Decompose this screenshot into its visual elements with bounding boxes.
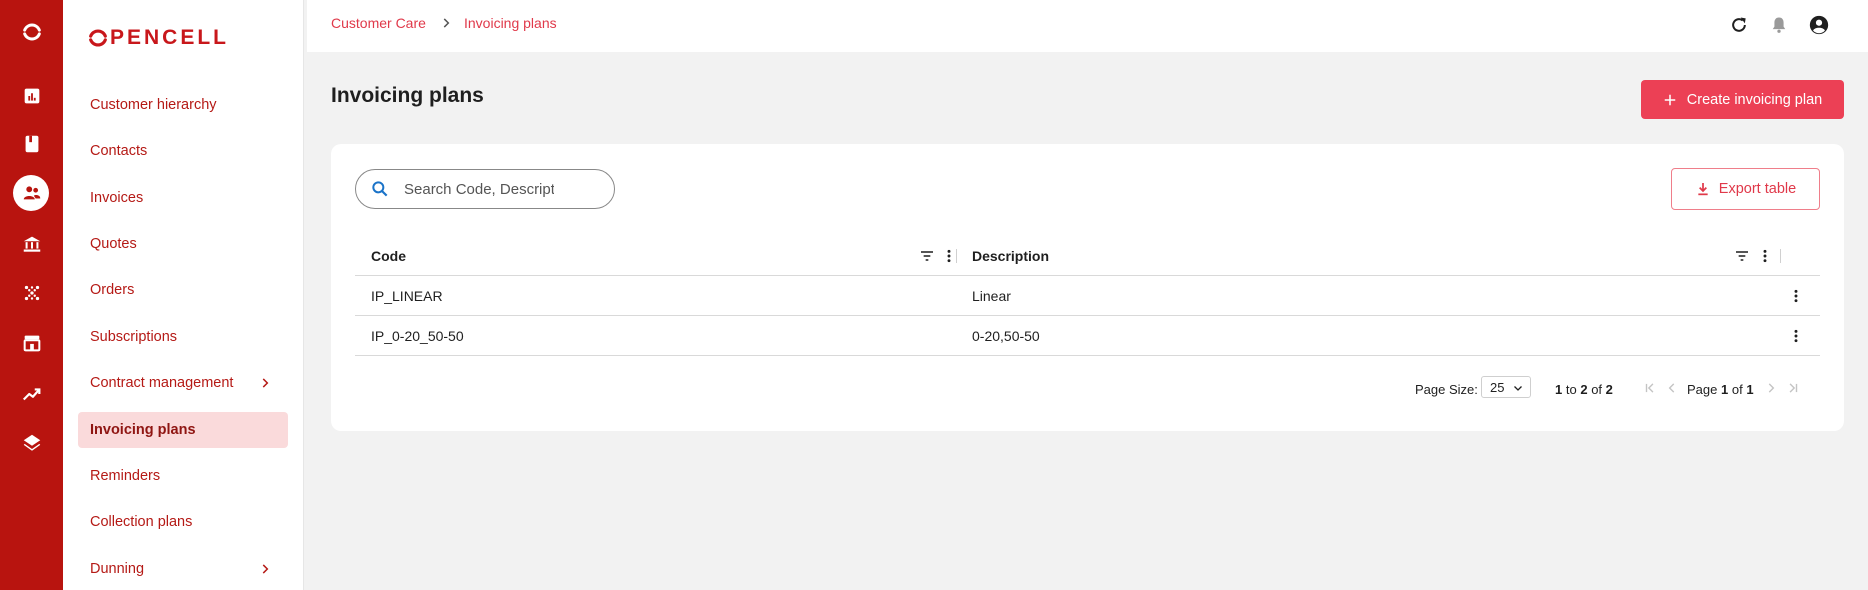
column-header-description[interactable]: Description [972,248,1049,264]
export-button-label: Export table [1718,181,1797,197]
row-actions-icon[interactable] [1788,328,1804,344]
table-row[interactable]: IP_0-20_50-50 0-20,50-50 [355,316,1820,356]
create-button-label: Create invoicing plan [1686,91,1823,108]
cell-description: Linear [972,288,1011,304]
range-to-word: to [1565,382,1577,397]
sidebar: PENCELL Customer hierarchy Contacts Invo… [63,0,304,590]
range-from: 1 [1555,382,1563,397]
sidebar-item-label: Contacts [90,143,148,159]
refresh-icon[interactable] [1727,13,1751,37]
row-range-summary: 1 to 2 of 2 [1555,382,1613,397]
page-word: Page [1687,382,1718,397]
search-box[interactable] [355,169,615,209]
sidebar-item-label: Collection plans [90,514,193,530]
range-total: 2 [1605,382,1613,397]
sidebar-item-label: Quotes [90,236,137,252]
cell-code: IP_LINEAR [371,288,443,304]
customers-icon[interactable] [0,173,63,213]
total-pages: 1 [1746,382,1754,397]
table-header: Code Description [355,236,1820,276]
last-page-icon[interactable] [1786,381,1800,395]
icon-rail [0,0,63,590]
account-icon[interactable] [1807,13,1831,37]
breadcrumb-parent[interactable]: Customer Care [331,15,426,31]
opencell-logo-icon[interactable] [0,12,63,52]
filter-icon[interactable] [1734,248,1750,264]
plus-icon [1664,94,1676,105]
column-menu-icon[interactable] [1757,248,1773,264]
current-page: 1 [1721,382,1729,397]
bank-icon[interactable] [0,224,63,264]
sidebar-item-label: Customer hierarchy [90,97,217,113]
chevron-right-icon [443,18,450,28]
first-page-icon[interactable] [1643,381,1657,395]
sidebar-item-label: Orders [90,282,135,298]
sidebar-item-invoices[interactable]: Invoices [78,180,288,216]
page-title: Invoicing plans [331,84,484,107]
cell-description: 0-20,50-50 [972,328,1040,344]
export-table-button[interactable]: Export table [1671,168,1820,210]
grid-dots-icon[interactable] [0,273,63,313]
sidebar-item-contract-management[interactable]: Contract management [78,365,288,401]
sidebar-item-label: Reminders [90,468,161,484]
bell-icon[interactable] [1767,13,1791,37]
table-row[interactable]: IP_LINEAR Linear [355,276,1820,316]
logo-text: PENCELL [110,26,230,49]
layers-icon[interactable] [0,423,63,463]
page-of-word: of [1731,382,1743,397]
sidebar-item-label: Contract management [90,375,234,391]
next-page-icon[interactable] [1764,381,1778,395]
search-input[interactable] [404,180,554,198]
create-invoicing-plan-button[interactable]: Create invoicing plan [1641,80,1844,119]
range-of-word: of [1591,382,1603,397]
column-resize-handle[interactable] [956,249,957,263]
sidebar-item-customer-hierarchy[interactable]: Customer hierarchy [78,87,288,123]
sidebar-item-subscriptions[interactable]: Subscriptions [78,319,288,355]
chevron-down-icon [1514,386,1522,391]
breadcrumb-current: Invoicing plans [464,15,557,31]
sidebar-item-quotes[interactable]: Quotes [78,226,288,262]
column-header-code[interactable]: Code [371,248,406,264]
column-menu-icon[interactable] [941,248,957,264]
sidebar-item-contacts[interactable]: Contacts [78,133,288,169]
sidebar-item-label: Invoices [90,190,144,206]
table-card: Export table Code Description IP_LINEAR … [331,144,1844,431]
download-icon [1698,183,1708,196]
book-icon[interactable] [0,124,63,164]
top-bar: Customer Care Invoicing plans [307,0,1868,52]
filter-icon[interactable] [919,248,935,264]
store-icon[interactable] [0,323,63,363]
trending-up-icon[interactable] [0,374,63,414]
column-resize-handle[interactable] [1780,249,1781,263]
chevron-right-icon [262,378,269,388]
sidebar-item-label: Dunning [90,561,145,577]
logo-mark-icon [89,29,107,47]
cell-code: IP_0-20_50-50 [371,328,464,344]
chevron-right-icon [262,564,269,574]
page-size-label: Page Size: [1415,382,1478,397]
sidebar-item-orders[interactable]: Orders [78,272,288,308]
page-size-value: 25 [1490,379,1505,395]
sidebar-item-label: Subscriptions [90,329,178,345]
sidebar-item-dunning[interactable]: Dunning [78,551,288,587]
row-actions-icon[interactable] [1788,288,1804,304]
sidebar-item-reminders[interactable]: Reminders [78,458,288,494]
sidebar-item-label: Invoicing plans [90,422,196,438]
sidebar-item-invoicing-plans[interactable]: Invoicing plans [78,412,288,448]
page-size-select[interactable]: 25 [1481,376,1531,398]
search-icon [372,181,388,197]
range-to: 2 [1580,382,1588,397]
opencell-logo[interactable]: PENCELL [87,26,229,50]
page-indicator: Page 1 of 1 [1687,382,1754,397]
previous-page-icon[interactable] [1665,381,1679,395]
dashboard-icon[interactable] [0,76,63,116]
sidebar-item-collection-plans[interactable]: Collection plans [78,504,288,540]
